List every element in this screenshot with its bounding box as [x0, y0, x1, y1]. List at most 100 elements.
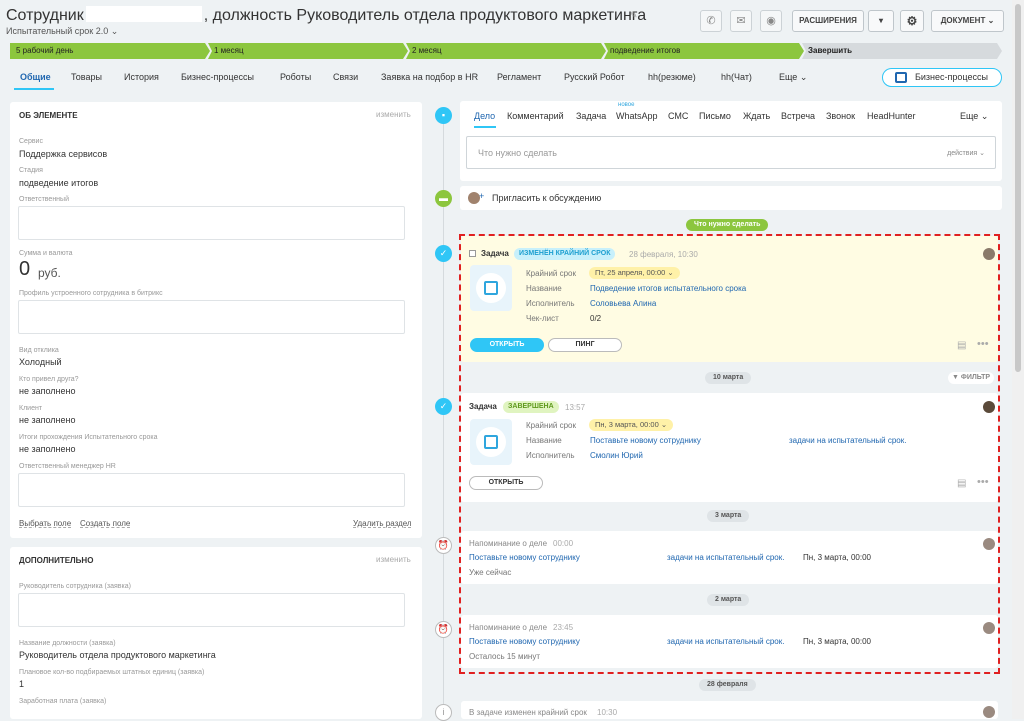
tab-more[interactable]: Еще ⌄ [779, 72, 807, 83]
status-badge: ИЗМЕНЁН КРАЙНИЙ СРОК [514, 248, 616, 260]
task-title: Задача [469, 402, 497, 411]
todo-input[interactable]: Что нужно сделать действия ⌄ [466, 136, 996, 169]
additional-edit-link[interactable]: изменить [376, 555, 411, 564]
note-icon[interactable]: ▤ [957, 478, 966, 489]
filter-button[interactable]: ▼ ФИЛЬТР [948, 372, 995, 384]
select-field-link[interactable]: Выбрать поле [19, 519, 71, 528]
more-icon[interactable]: ••• [977, 338, 989, 350]
composer-tab-task[interactable]: Дело [474, 111, 495, 121]
composer-tab-todo[interactable]: Задача [576, 111, 606, 121]
composer-tab-email[interactable]: Письмо [699, 111, 731, 121]
tab-products[interactable]: Товары [71, 72, 102, 82]
tab-business-processes[interactable]: Бизнес-процессы [181, 72, 254, 82]
service-label: Сервис [19, 138, 43, 145]
reminder-link-end[interactable]: задачи на испытательный срок. [667, 553, 784, 562]
executor-link[interactable]: Соловьева Алина [590, 299, 656, 308]
composer-more-label: Еще [960, 111, 979, 121]
todo-actions-dropdown[interactable]: действия ⌄ [947, 149, 985, 157]
name-label: Название [526, 436, 562, 445]
tab-russian-robot[interactable]: Русский Робот [564, 72, 625, 82]
chat-icon[interactable]: ◉ [760, 10, 782, 32]
manager-field[interactable] [18, 593, 405, 627]
composer-tab-meeting[interactable]: Встреча [781, 111, 815, 121]
tab-hr-request[interactable]: Заявка на подбор в HR [381, 72, 478, 82]
sum-label: Сумма и валюта [19, 250, 73, 257]
tab-hh-resume[interactable]: hh(резюме) [648, 72, 696, 82]
composer-active-indicator [474, 126, 496, 128]
settings-gear-icon[interactable]: ⚙ [900, 10, 924, 32]
tab-history[interactable]: История [124, 72, 159, 82]
reminder-entry: Напоминание о деле 23:45 Поставьте новом… [461, 615, 998, 668]
tab-links[interactable]: Связи [333, 72, 358, 82]
reminder-link[interactable]: Поставьте новому сотруднику [469, 637, 580, 646]
stage-1[interactable]: 5 рабочий день [10, 43, 210, 59]
stage-4[interactable]: подведение итогов [604, 43, 804, 59]
edit-title-icon[interactable]: ✎ [630, 10, 638, 21]
document-button[interactable]: ДОКУМЕНТ ⌄ [931, 10, 1004, 32]
extensions-button[interactable]: РАСШИРЕНИЯ [792, 10, 864, 32]
phone-icon[interactable]: ✆ [700, 10, 722, 32]
about-edit-link[interactable]: изменить [376, 110, 411, 119]
activity-icon: ▪ [435, 107, 452, 124]
trial-label: Итоги прохождения Испытательного срока [19, 434, 158, 441]
task-checkbox[interactable] [469, 250, 476, 257]
composer-tab-whatsapp[interactable]: WhatsApp [616, 111, 658, 121]
task-time: 13:57 [565, 403, 586, 412]
scrollbar-thumb[interactable] [1015, 4, 1021, 372]
sum-currency: руб. [38, 266, 61, 280]
tab-regulations[interactable]: Регламент [497, 72, 541, 82]
deadline-selector[interactable]: Пт, 25 апреля, 00:00 ⌄ [589, 267, 680, 279]
profile-label: Профиль устроенного сотрудника в битрикс [19, 290, 163, 297]
composer-tab-sms[interactable]: СМС [668, 111, 688, 121]
tab-general[interactable]: Общие [20, 72, 51, 82]
composer-tab-comment[interactable]: Комментарий [507, 111, 564, 121]
tab-hh-chat[interactable]: hh(Чат) [721, 72, 752, 82]
stage-3[interactable]: 2 месяц [406, 43, 606, 59]
count-label: Плановое кол-во подбираемых штатных един… [19, 669, 205, 676]
composer-tab-wait[interactable]: Ждать [743, 111, 770, 121]
activity-composer: Дело Комментарий Задача новое WhatsApp С… [460, 101, 1002, 181]
note-icon[interactable]: ▤ [957, 340, 966, 351]
reminder-time: 23:45 [553, 623, 574, 632]
task-thumbnail [470, 419, 512, 465]
open-task-button[interactable]: ОТКРЫТЬ [470, 338, 544, 352]
deadline-selector[interactable]: Пн, 3 марта, 00:00 ⌄ [589, 419, 674, 431]
invite-discussion-row[interactable]: + Пригласить к обсуждению [460, 186, 1002, 210]
hr-manager-label: Ответственный менеджер HR [19, 463, 116, 470]
user-avatar [983, 622, 995, 634]
extensions-dropdown-icon[interactable]: ▾ [868, 10, 894, 32]
stage-2[interactable]: 1 месяц [208, 43, 408, 59]
create-field-link[interactable]: Создать поле [80, 519, 130, 528]
service-value: Поддержка сервисов [19, 149, 108, 159]
history-time: 10:30 [597, 708, 618, 717]
composer-more[interactable]: Еще ⌄ [960, 111, 988, 122]
mail-icon[interactable]: ✉ [730, 10, 752, 32]
reminder-link[interactable]: Поставьте новому сотруднику [469, 553, 580, 562]
hr-manager-field[interactable] [18, 473, 405, 507]
reminder-link-end[interactable]: задачи на испытательный срок. [667, 637, 784, 646]
info-icon: i [435, 704, 452, 721]
profile-field[interactable] [18, 300, 405, 334]
page-scrollbar[interactable] [1012, 0, 1024, 719]
stage-finish[interactable]: Завершить [802, 43, 1002, 59]
responsible-field[interactable] [18, 206, 405, 240]
task-name-link[interactable]: Поставьте новому сотруднику [590, 436, 701, 445]
task-entry-completed: Задача ЗАВЕРШЕНА 13:57 Крайний срок Пн, … [461, 393, 998, 502]
task-name-link[interactable]: Подведение итогов испытательного срока [590, 284, 746, 293]
category-selector[interactable]: Испытательный срок 2.0 ⌄ [6, 26, 118, 37]
composer-tab-call[interactable]: Звонок [826, 111, 855, 121]
open-task-button[interactable]: ОТКРЫТЬ [469, 476, 543, 490]
checklist-value: 0/2 [590, 314, 602, 323]
executor-link[interactable]: Смолин Юрий [590, 451, 643, 460]
ping-button[interactable]: ПИНГ [548, 338, 622, 352]
salary-label: Заработная плата (заявка) [19, 698, 107, 705]
tab-robots[interactable]: Роботы [280, 72, 311, 82]
business-processes-button[interactable]: Бизнес-процессы [882, 68, 1002, 87]
about-section-title: ОБ ЭЛЕМЕНТЕ [19, 111, 78, 120]
task-thumbnail [470, 265, 512, 311]
main-tabs: Общие Товары История Бизнес-процессы Роб… [0, 66, 1010, 90]
more-icon[interactable]: ••• [977, 476, 989, 488]
task-name-link-end[interactable]: задачи на испытательный срок. [789, 436, 906, 445]
delete-section-link[interactable]: Удалить раздел [353, 519, 412, 528]
composer-tab-headhunter[interactable]: HeadHunter [867, 111, 916, 121]
